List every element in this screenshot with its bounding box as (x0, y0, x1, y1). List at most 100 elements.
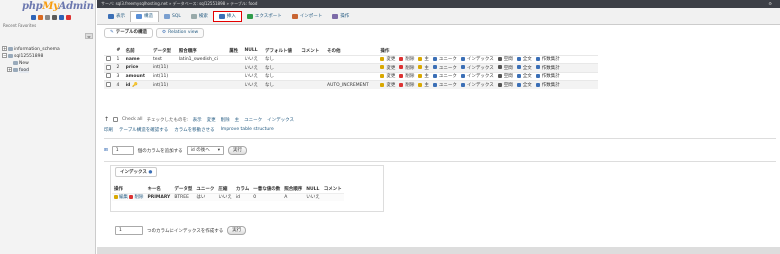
column-name: price (123, 63, 152, 72)
action-link[interactable]: 変更 (380, 82, 397, 88)
action-link[interactable]: 変更 (380, 65, 397, 71)
tab-2[interactable]: SQL (159, 11, 186, 22)
tab-4[interactable]: 挿入 (212, 10, 242, 22)
action-link[interactable]: インデックス (460, 65, 496, 71)
action-link[interactable]: 作数集計 (535, 82, 562, 88)
with-selected-label: チェックしたものを: (146, 117, 189, 123)
action-link[interactable]: 削除 (399, 56, 416, 62)
row-checkbox[interactable] (106, 56, 111, 62)
tab-3[interactable]: 検索 (186, 11, 213, 22)
column-default: なし (262, 71, 300, 81)
bulk-action-4[interactable]: ユニーク (244, 117, 262, 123)
bulk-action-2[interactable]: 削除 (221, 117, 230, 123)
tool-link-3[interactable]: Improve table structure (221, 127, 274, 133)
tab-icon (246, 13, 253, 19)
nav-icon-2[interactable] (45, 15, 50, 20)
create-index-count-input[interactable]: 1 (115, 226, 143, 235)
action-link[interactable]: 全文 (516, 73, 534, 79)
action-link[interactable]: 空間 (497, 73, 515, 79)
action-link[interactable]: 主 (418, 56, 431, 62)
bulk-action-0[interactable]: 表示 (193, 117, 202, 123)
add-column-position-select[interactable]: id の後へ ▾ (186, 146, 224, 155)
bulk-action-3[interactable]: 主 (235, 117, 240, 123)
action-link[interactable]: 主 (418, 65, 431, 71)
action-label: 変更 (386, 74, 396, 80)
action-link[interactable]: 主 (418, 82, 431, 88)
recent-favorites-tabs[interactable]: Recent Favorites (0, 22, 95, 29)
action-link[interactable]: 削除 (399, 65, 416, 71)
action-link[interactable]: 変更 (380, 73, 397, 80)
action-link[interactable]: 全文 (516, 82, 534, 88)
create-index-go-button[interactable]: 実行 (227, 226, 247, 235)
subtab-0[interactable]: ✎ テーブルの構造 (104, 28, 154, 38)
action-link[interactable]: 全文 (516, 56, 534, 62)
tool-link-0[interactable]: 印刷 (104, 127, 113, 133)
tool-link-1[interactable]: テーブル構造を確認する (119, 127, 168, 133)
indexes-toggle[interactable]: インデックス ● (115, 167, 158, 177)
nav-icon-0[interactable] (31, 15, 36, 20)
action-link[interactable]: インデックス (460, 56, 496, 62)
bulk-action-1[interactable]: 変更 (207, 117, 216, 123)
collapse-all-button[interactable]: ⇔ (85, 33, 93, 39)
nav-icon-3[interactable] (52, 15, 57, 20)
create-index-form: 1 つのカラムにインデックスを作成する 実行 (115, 226, 247, 235)
nav-icon-4[interactable] (59, 15, 64, 20)
row-checkbox[interactable] (106, 82, 111, 87)
row-checkbox[interactable] (106, 64, 111, 70)
add-column-count-input[interactable]: 1 (111, 146, 134, 155)
add-column-go-button[interactable]: 実行 (227, 146, 247, 155)
action-link[interactable]: インデックス (460, 73, 496, 79)
action-link[interactable]: 主 (418, 73, 431, 79)
tab-1[interactable]: 構造 (130, 10, 159, 22)
edit-index-link[interactable]: 編集 (114, 194, 128, 200)
nav-icon-1[interactable] (38, 15, 43, 20)
action-link[interactable]: ユニーク (432, 73, 459, 79)
column-header[interactable]: 名前 (123, 47, 152, 55)
action-link[interactable]: ユニーク (432, 82, 459, 88)
index-type: BTREE (172, 192, 195, 201)
tree-item-2[interactable]: New (7, 60, 29, 67)
tool-link-2[interactable]: カラムを移動させる (174, 127, 214, 133)
tree-item-3[interactable]: + food (7, 67, 29, 74)
action-link[interactable]: 作数集計 (535, 65, 562, 71)
action-link[interactable]: 空間 (497, 65, 515, 71)
expand-icon[interactable]: + (7, 67, 12, 72)
phpmyadmin-logo[interactable]: phpMyAdmin (0, 0, 95, 13)
tree-item-1[interactable]: − sql12551898 (2, 53, 43, 60)
tab-5[interactable]: エクスポート (242, 11, 287, 22)
row-checkbox[interactable] (106, 73, 111, 79)
action-link[interactable]: 作数集計 (535, 56, 562, 62)
expand-icon[interactable]: − (2, 53, 7, 58)
column-header[interactable]: データ型 (151, 47, 177, 55)
structure-header-row: # 名前 データ型 照合順序 属性 NULL デフォルト値 コメント その他 操作 (104, 47, 598, 55)
check-all-label[interactable]: Check all (122, 117, 143, 122)
delete-index-link[interactable]: 削除 (129, 194, 143, 200)
action-link[interactable]: インデックス (460, 82, 496, 88)
settings-icon[interactable]: ⚙ (768, 0, 772, 8)
action-link[interactable]: 削除 (399, 82, 416, 88)
subtab-1[interactable]: ⚙ Relation view (156, 28, 205, 38)
check-all-checkbox[interactable] (113, 117, 119, 122)
tab-0[interactable]: 表示 (103, 11, 130, 22)
nav-icon-5[interactable] (66, 15, 71, 20)
help-icon[interactable]: ● (148, 170, 152, 175)
action-icon (380, 73, 385, 78)
breadcrumb[interactable]: サーバ: sql3.freemysqlhosting.net » データベース:… (101, 1, 257, 6)
console-bar[interactable] (97, 247, 780, 254)
action-link[interactable]: ユニーク (432, 65, 459, 71)
tree-item-0[interactable]: + information_schema (2, 46, 60, 53)
expand-icon[interactable]: + (2, 46, 7, 51)
action-link[interactable]: 空間 (497, 82, 515, 88)
expand-icon[interactable] (7, 60, 12, 65)
tab-7[interactable]: 操作 (327, 11, 354, 22)
action-link[interactable]: ユニーク (432, 56, 459, 62)
index-header: 一意な値の数 (253, 187, 281, 193)
column-collation (176, 71, 228, 81)
bulk-action-5[interactable]: インデックス (267, 117, 294, 123)
tab-6[interactable]: インポート (287, 11, 328, 22)
action-link[interactable]: 削除 (399, 73, 416, 79)
action-link[interactable]: 変更 (380, 56, 397, 62)
action-link[interactable]: 全文 (516, 65, 534, 71)
action-link[interactable]: 作数集計 (535, 73, 562, 79)
action-link[interactable]: 空間 (497, 56, 515, 62)
